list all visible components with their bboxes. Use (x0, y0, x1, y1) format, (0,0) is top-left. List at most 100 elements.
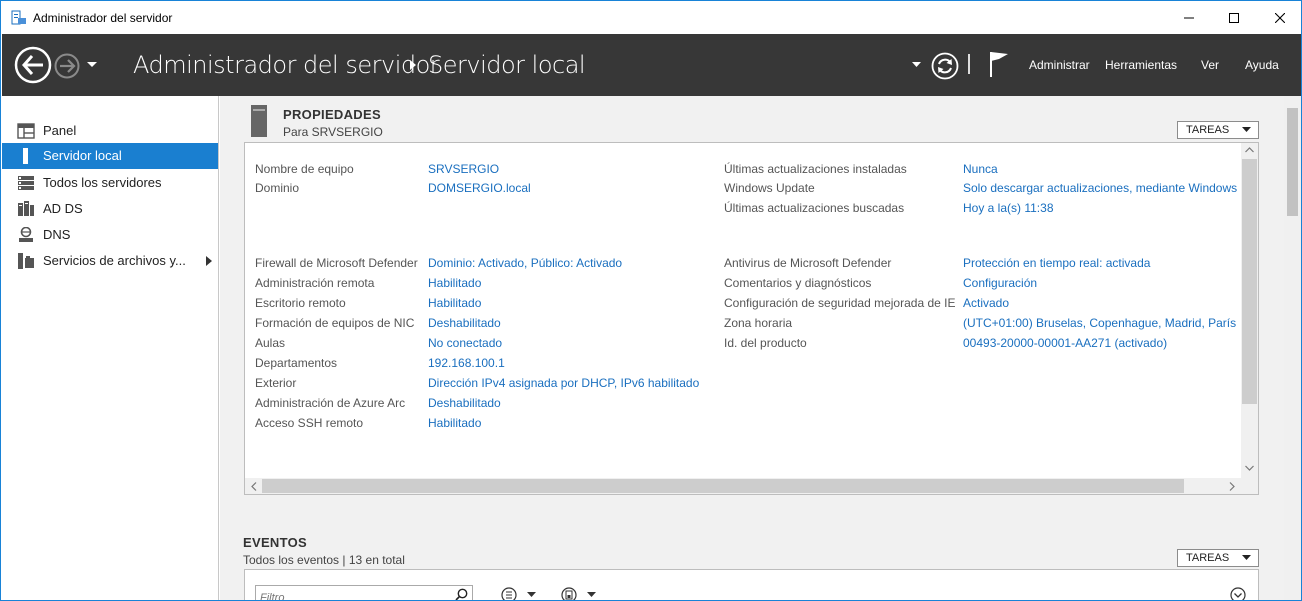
prop-value-firewall[interactable]: Dominio: Activado, Público: Activado (428, 256, 622, 270)
properties-panel: Nombre de equipo SRVSERGIO Dominio DOMSE… (244, 142, 1259, 495)
prop-value-ie-esc[interactable]: Activado (963, 296, 1009, 310)
close-button[interactable] (1257, 1, 1301, 34)
main-content: PROPIEDADES Para SRVSERGIO TAREAS Nombre… (220, 96, 1284, 601)
events-panel (244, 569, 1259, 601)
close-icon (1275, 12, 1285, 23)
server-manager-app-icon (11, 10, 26, 25)
sidebar-item-ad-ds[interactable]: AD DS (2, 196, 218, 222)
sidebar-item-panel[interactable]: Panel (2, 118, 218, 144)
prop-value-ssh[interactable]: Habilitado (428, 416, 481, 430)
expand-collapse-icon[interactable] (1230, 587, 1246, 601)
prop-value-nic-teaming[interactable]: Deshabilitado (428, 316, 501, 330)
server-manager-window: Administrador del servidor Administrador… (0, 0, 1302, 601)
prop-label-departamentos: Departamentos (255, 356, 338, 370)
properties-tasks-button[interactable]: TAREAS (1177, 121, 1259, 139)
menu-herramientas[interactable]: Herramientas (1105, 58, 1177, 72)
prop-value-nombre-equipo[interactable]: SRVSERGIO (428, 162, 499, 176)
scrollbar-thumb[interactable] (1287, 108, 1298, 216)
sidebar-item-dns[interactable]: DNS (2, 222, 218, 248)
scroll-left-icon[interactable] (251, 482, 257, 491)
sidebar-item-label: Todos los servidores (43, 175, 162, 190)
breadcrumb-separator-icon (410, 60, 416, 70)
prop-label-dominio: Dominio (255, 181, 300, 195)
prop-value-admin-remota[interactable]: Habilitado (428, 276, 481, 290)
scroll-down-icon[interactable] (1245, 465, 1254, 471)
dashboard-icon (17, 123, 35, 139)
list-view-options-icon[interactable] (501, 587, 541, 601)
dns-icon (19, 227, 33, 242)
maximize-icon (1229, 12, 1239, 23)
menu-ayuda[interactable]: Ayuda (1245, 58, 1279, 72)
header-bar: Administrador del servidor Servidor loca… (2, 34, 1301, 96)
properties-right-values: Nunca Solo descargar actualizaciones, me… (961, 143, 1241, 478)
prop-label-windows-update: Windows Update (724, 181, 815, 195)
notifications-dropdown-icon[interactable] (912, 62, 921, 68)
breadcrumb-current: Servidor local (428, 51, 586, 79)
properties-server-icon (251, 105, 267, 137)
prop-value-aulas[interactable]: No conectado (428, 336, 502, 350)
prop-label-azure-arc: Administración de Azure Arc (255, 396, 406, 410)
notifications-flag-icon[interactable] (988, 50, 1010, 78)
scroll-up-icon[interactable] (1245, 147, 1254, 153)
prop-label-nombre-equipo: Nombre de equipo (255, 162, 354, 176)
sidebar: Panel Servidor local Todos los servidore… (2, 96, 219, 600)
events-title: EVENTOS (243, 535, 307, 550)
sidebar-item-servidor-local[interactable]: Servidor local (2, 143, 218, 169)
prop-value-zona-horaria[interactable]: (UTC+01:00) Bruselas, Copenhague, Madrid… (963, 316, 1236, 330)
sidebar-item-label: Servidor local (43, 148, 122, 163)
scroll-right-icon[interactable] (1229, 482, 1235, 491)
prop-value-comentarios[interactable]: Configuración (963, 276, 1037, 290)
search-icon[interactable] (455, 588, 468, 601)
servers-icon (18, 176, 34, 190)
prop-value-ultimas-instaladas[interactable]: Nunca (963, 162, 998, 176)
forward-icon[interactable] (54, 53, 80, 79)
refresh-icon[interactable] (931, 52, 959, 80)
main-vertical-scrollbar[interactable] (1284, 96, 1301, 600)
history-dropdown-icon[interactable] (86, 60, 98, 70)
properties-title: PROPIEDADES (283, 107, 381, 122)
prop-value-dominio[interactable]: DOMSERGIO.local (428, 181, 531, 195)
prop-value-azure-arc[interactable]: Deshabilitado (428, 396, 501, 410)
properties-subtitle: Para SRVSERGIO (283, 125, 383, 139)
prop-value-windows-update[interactable]: Solo descargar actualizaciones, mediante… (963, 181, 1241, 195)
ad-ds-icon (18, 201, 34, 216)
prop-label-ssh: Acceso SSH remoto (255, 416, 364, 430)
prop-label-ultimas-buscadas: Últimas actualizaciones buscadas (724, 201, 905, 215)
prop-value-escritorio-remoto[interactable]: Habilitado (428, 296, 481, 310)
prop-label-exterior: Exterior (255, 376, 297, 390)
prop-value-antivirus[interactable]: Protección en tiempo real: activada (963, 256, 1150, 270)
sidebar-item-todos-los-servidores[interactable]: Todos los servidores (2, 170, 218, 196)
prop-value-id-producto[interactable]: 00493-20000-00001-AA271 (activado) (963, 336, 1167, 350)
minimize-icon (1184, 17, 1194, 18)
sidebar-item-servicios-de-archivos[interactable]: Servicios de archivos y... (2, 248, 218, 274)
prop-label-nic-teaming: Formación de equipos de NIC (255, 316, 415, 330)
prop-value-departamentos[interactable]: 192.168.100.1 (428, 356, 505, 370)
scrollbar-thumb[interactable] (1242, 159, 1257, 404)
back-icon[interactable] (14, 46, 52, 84)
menu-ver[interactable]: Ver (1201, 58, 1219, 72)
events-tasks-button[interactable]: TAREAS (1177, 549, 1259, 567)
title-bar: Administrador del servidor (1, 1, 1301, 34)
events-filter-input[interactable] (255, 585, 473, 600)
window-title: Administrador del servidor (33, 11, 173, 25)
prop-label-antivirus: Antivirus de Microsoft Defender (724, 256, 892, 270)
header-divider (968, 54, 970, 74)
sidebar-item-label: Panel (43, 123, 77, 138)
save-query-icon[interactable] (561, 587, 601, 601)
scrollbar-thumb[interactable] (262, 479, 1184, 493)
prop-value-ultimas-buscadas[interactable]: Hoy a la(s) 11:38 (963, 201, 1054, 215)
properties-vertical-scrollbar[interactable] (1241, 143, 1258, 478)
tasks-label: TAREAS (1186, 124, 1230, 136)
menu-administrar[interactable]: Administrar (1029, 58, 1090, 72)
minimize-button[interactable] (1166, 1, 1212, 34)
maximize-button[interactable] (1211, 1, 1257, 34)
prop-value-exterior[interactable]: Dirección IPv4 asignada por DHCP, IPv6 h… (428, 376, 699, 390)
prop-label-ultimas-instaladas: Últimas actualizaciones instaladas (724, 162, 907, 176)
chevron-right-icon[interactable] (206, 256, 212, 266)
breadcrumb-root[interactable]: Administrador del servidor (133, 51, 440, 79)
properties-horizontal-scrollbar[interactable] (245, 478, 1258, 494)
prop-label-admin-remota: Administración remota (255, 276, 375, 290)
prop-label-comentarios: Comentarios y diagnósticos (724, 276, 872, 290)
file-services-icon (18, 253, 34, 269)
sidebar-item-label: Servicios de archivos y... (43, 253, 186, 268)
